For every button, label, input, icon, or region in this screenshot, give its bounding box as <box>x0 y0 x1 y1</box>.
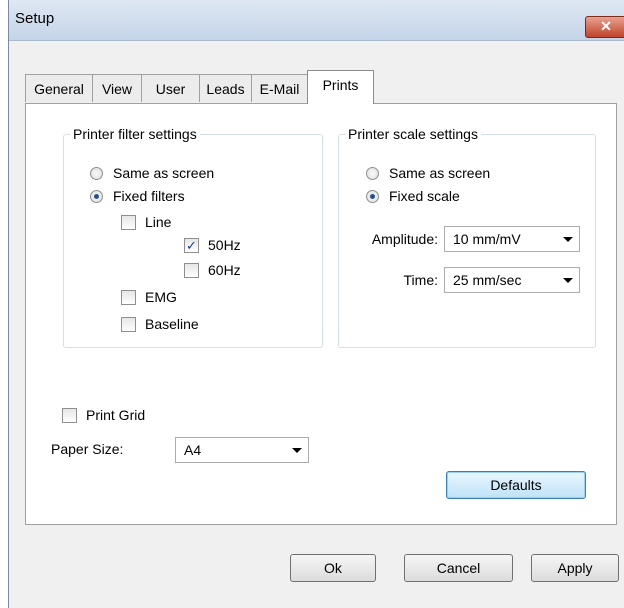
tab-view[interactable]: View <box>92 74 142 102</box>
cancel-button[interactable]: Cancel <box>404 554 513 582</box>
tab-leads[interactable]: Leads <box>199 74 252 102</box>
time-label: Time: <box>403 272 438 288</box>
filter-same-radio[interactable] <box>90 166 103 180</box>
print-grid-checkbox[interactable] <box>62 407 77 423</box>
print-grid-option[interactable]: Print Grid <box>62 405 145 425</box>
amplitude-select[interactable]: 10 mm/mV <box>444 226 580 252</box>
scale-fixed-label: Fixed scale <box>389 188 460 204</box>
time-value: 25 mm/sec <box>453 272 522 288</box>
hz50-option[interactable]: ✓ 50Hz <box>184 235 241 255</box>
hz50-label: 50Hz <box>208 237 241 253</box>
time-select[interactable]: 25 mm/sec <box>444 267 580 293</box>
close-icon: ✕ <box>600 18 612 34</box>
hz60-option[interactable]: 60Hz <box>184 260 241 280</box>
filter-fixed-radio[interactable] <box>90 189 103 203</box>
paper-size-label: Paper Size: <box>51 441 124 457</box>
line-label: Line <box>145 214 172 230</box>
hz60-checkbox[interactable] <box>184 262 199 278</box>
filter-same-as-screen-option[interactable]: Same as screen <box>90 163 214 183</box>
defaults-button[interactable]: Defaults <box>446 471 586 499</box>
title-bar: Setup ✕ <box>9 0 624 41</box>
paper-size-select[interactable]: A4 <box>175 437 309 463</box>
printer-filter-legend: Printer filter settings <box>73 126 197 142</box>
scale-same-radio[interactable] <box>366 166 379 180</box>
amplitude-label: Amplitude: <box>371 231 438 247</box>
hz60-label: 60Hz <box>208 262 241 278</box>
ok-button[interactable]: Ok <box>290 554 376 582</box>
baseline-checkbox[interactable] <box>121 316 136 332</box>
prints-tab-panel: Printer filter settings Same as screen F… <box>25 103 617 525</box>
window-title: Setup <box>15 10 55 27</box>
baseline-option[interactable]: Baseline <box>121 314 199 334</box>
tab-email[interactable]: E-Mail <box>251 74 308 102</box>
tab-user[interactable]: User <box>141 74 200 102</box>
emg-checkbox[interactable] <box>121 289 136 305</box>
line-option[interactable]: Line <box>121 212 171 232</box>
baseline-label: Baseline <box>145 316 199 332</box>
paper-size-value: A4 <box>184 442 202 458</box>
tab-general[interactable]: General <box>25 74 93 102</box>
amplitude-value: 10 mm/mV <box>453 231 521 247</box>
scale-fixed-radio[interactable] <box>366 189 379 203</box>
scale-fixed-option[interactable]: Fixed scale <box>366 186 460 206</box>
tab-prints[interactable]: Prints <box>307 70 374 104</box>
chevron-down-icon <box>292 448 302 453</box>
close-button[interactable]: ✕ <box>585 16 624 38</box>
filter-fixed-label: Fixed filters <box>113 188 185 204</box>
setup-window: Setup ✕ General View User Leads E-Mail P… <box>8 0 624 608</box>
print-grid-label: Print Grid <box>86 407 146 423</box>
filter-fixed-option[interactable]: Fixed filters <box>90 186 185 206</box>
filter-same-label: Same as screen <box>113 165 215 181</box>
line-checkbox[interactable] <box>121 214 136 230</box>
scale-same-label: Same as screen <box>389 165 491 181</box>
scale-same-as-screen-option[interactable]: Same as screen <box>366 163 490 183</box>
checkmark-icon: ✓ <box>186 237 197 253</box>
chevron-down-icon <box>563 237 573 242</box>
emg-option[interactable]: EMG <box>121 287 177 307</box>
hz50-checkbox[interactable]: ✓ <box>184 237 199 253</box>
emg-label: EMG <box>145 289 177 305</box>
apply-button[interactable]: Apply <box>531 554 619 582</box>
chevron-down-icon <box>563 278 573 283</box>
printer-scale-legend: Printer scale settings <box>348 126 478 142</box>
